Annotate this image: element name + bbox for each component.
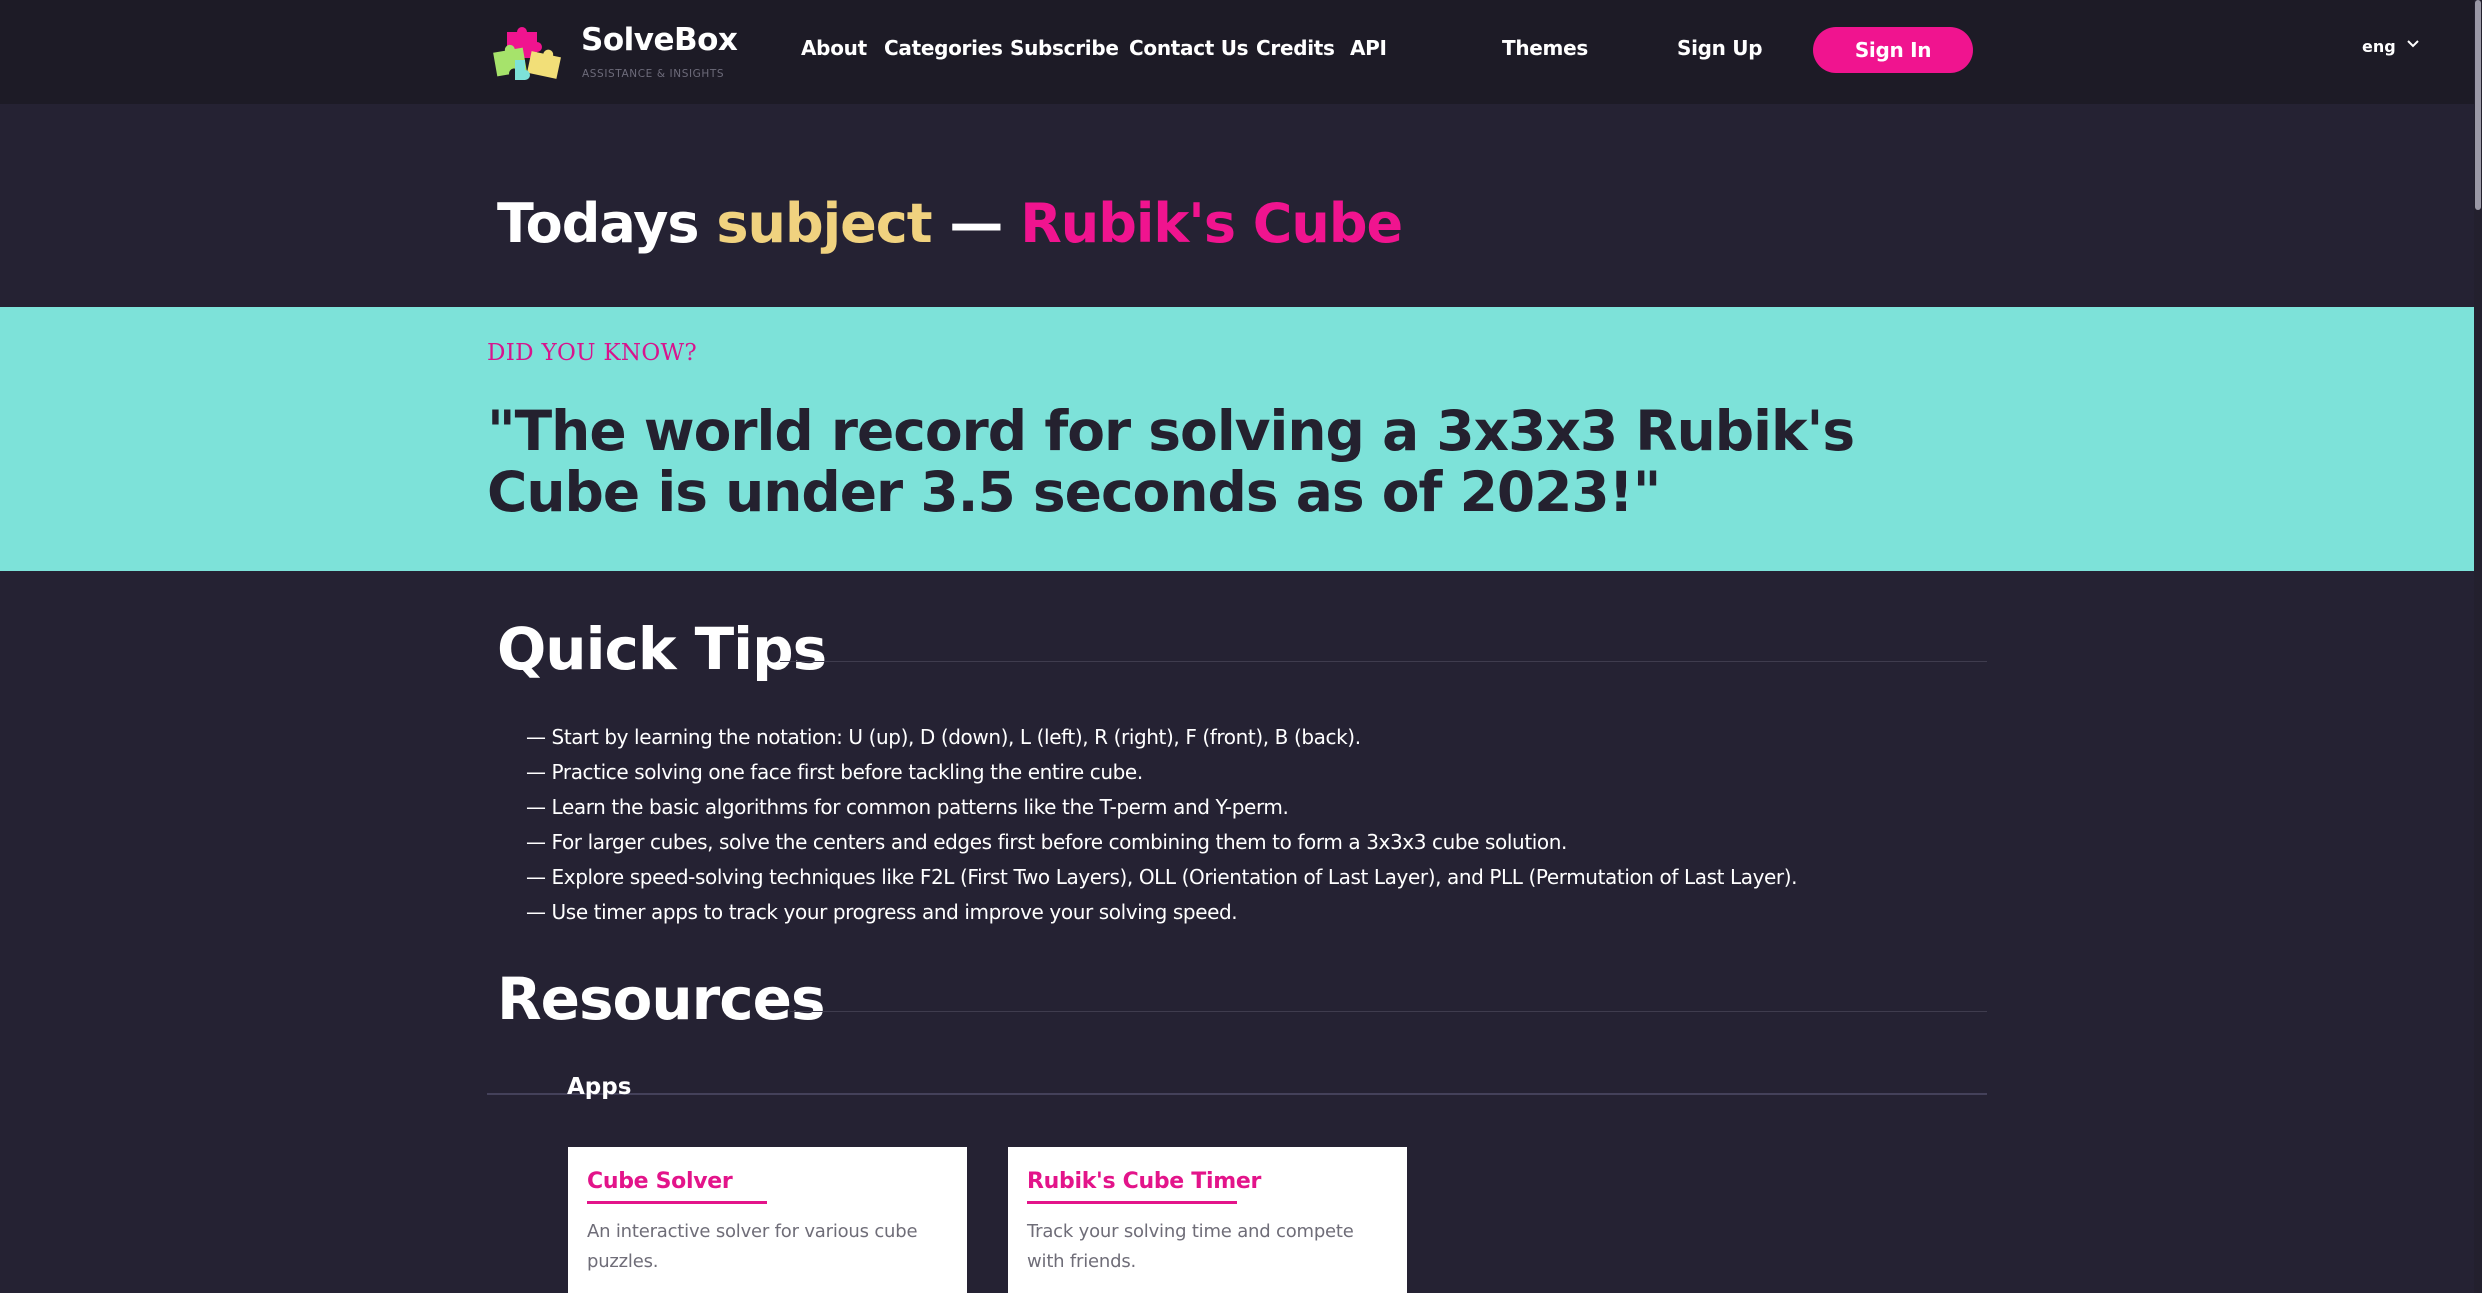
- list-item: — Start by learning the notation: U (up)…: [526, 725, 1361, 749]
- nav-sign-up[interactable]: Sign Up: [1677, 36, 1763, 60]
- brand-name[interactable]: SolveBox: [581, 22, 738, 58]
- title-word-todays: Todays: [497, 192, 700, 255]
- nav-api[interactable]: API: [1350, 36, 1387, 60]
- page-title: Todays subject — Rubik's Cube: [497, 192, 1403, 255]
- apps-divider: [487, 1093, 1987, 1095]
- card-title[interactable]: Rubik's Cube Timer: [1027, 1169, 1261, 1194]
- card-title[interactable]: Cube Solver: [587, 1169, 733, 1194]
- nav-credits[interactable]: Credits: [1256, 36, 1335, 60]
- quick-tips-list: — Start by learning the notation: U (up)…: [526, 720, 1798, 930]
- card-title-underline: [587, 1201, 767, 1204]
- card-title-underline: [1027, 1201, 1237, 1204]
- quick-tips-heading: Quick Tips: [497, 615, 827, 683]
- list-item: — Explore speed-solving techniques like …: [526, 865, 1798, 889]
- nav-categories[interactable]: Categories: [884, 36, 1003, 60]
- apps-subheading: Apps: [567, 1074, 632, 1100]
- card-description: An interactive solver for various cube p…: [587, 1221, 918, 1272]
- title-word-subject: subject: [716, 192, 932, 255]
- list-item: — Use timer apps to track your progress …: [526, 900, 1238, 924]
- did-you-know-quote: "The world record for solving a 3x3x3 Ru…: [487, 399, 1855, 524]
- title-topic: Rubik's Cube: [1020, 192, 1403, 255]
- chevron-down-icon[interactable]: [2405, 37, 2421, 51]
- list-item: — Practice solving one face first before…: [526, 760, 1143, 784]
- nav-subscribe[interactable]: Subscribe: [1010, 36, 1119, 60]
- resources-heading: Resources: [497, 965, 826, 1033]
- did-you-know-banner: DID YOU KNOW? "The world record for solv…: [0, 307, 2474, 571]
- resource-card-cube-solver[interactable]: Cube Solver An interactive solver for va…: [568, 1147, 967, 1293]
- brand-tagline: ASSISTANCE & INSIGHTS: [582, 68, 725, 80]
- did-you-know-label: DID YOU KNOW?: [487, 340, 698, 366]
- nav-themes[interactable]: Themes: [1502, 36, 1588, 60]
- card-description: Track your solving time and compete with…: [1027, 1221, 1354, 1272]
- language-selector[interactable]: eng: [2362, 37, 2396, 56]
- nav-about[interactable]: About: [801, 36, 867, 60]
- resource-card-cube-timer[interactable]: Rubik's Cube Timer Track your solving ti…: [1008, 1147, 1407, 1293]
- quick-tips-divider: [780, 661, 1987, 662]
- sign-in-button[interactable]: Sign In: [1813, 27, 1973, 73]
- top-navigation-bar: SolveBox ASSISTANCE & INSIGHTS About Cat…: [0, 0, 2474, 104]
- list-item: — For larger cubes, solve the centers an…: [526, 830, 1567, 854]
- list-item: — Learn the basic algorithms for common …: [526, 795, 1289, 819]
- nav-contact-us[interactable]: Contact Us: [1129, 36, 1249, 60]
- scrollbar[interactable]: [2474, 0, 2482, 1293]
- title-dash: —: [949, 192, 1003, 255]
- scrollbar-thumb[interactable]: [2475, 0, 2481, 210]
- puzzle-logo-icon[interactable]: [493, 20, 563, 82]
- resources-divider: [790, 1011, 1987, 1012]
